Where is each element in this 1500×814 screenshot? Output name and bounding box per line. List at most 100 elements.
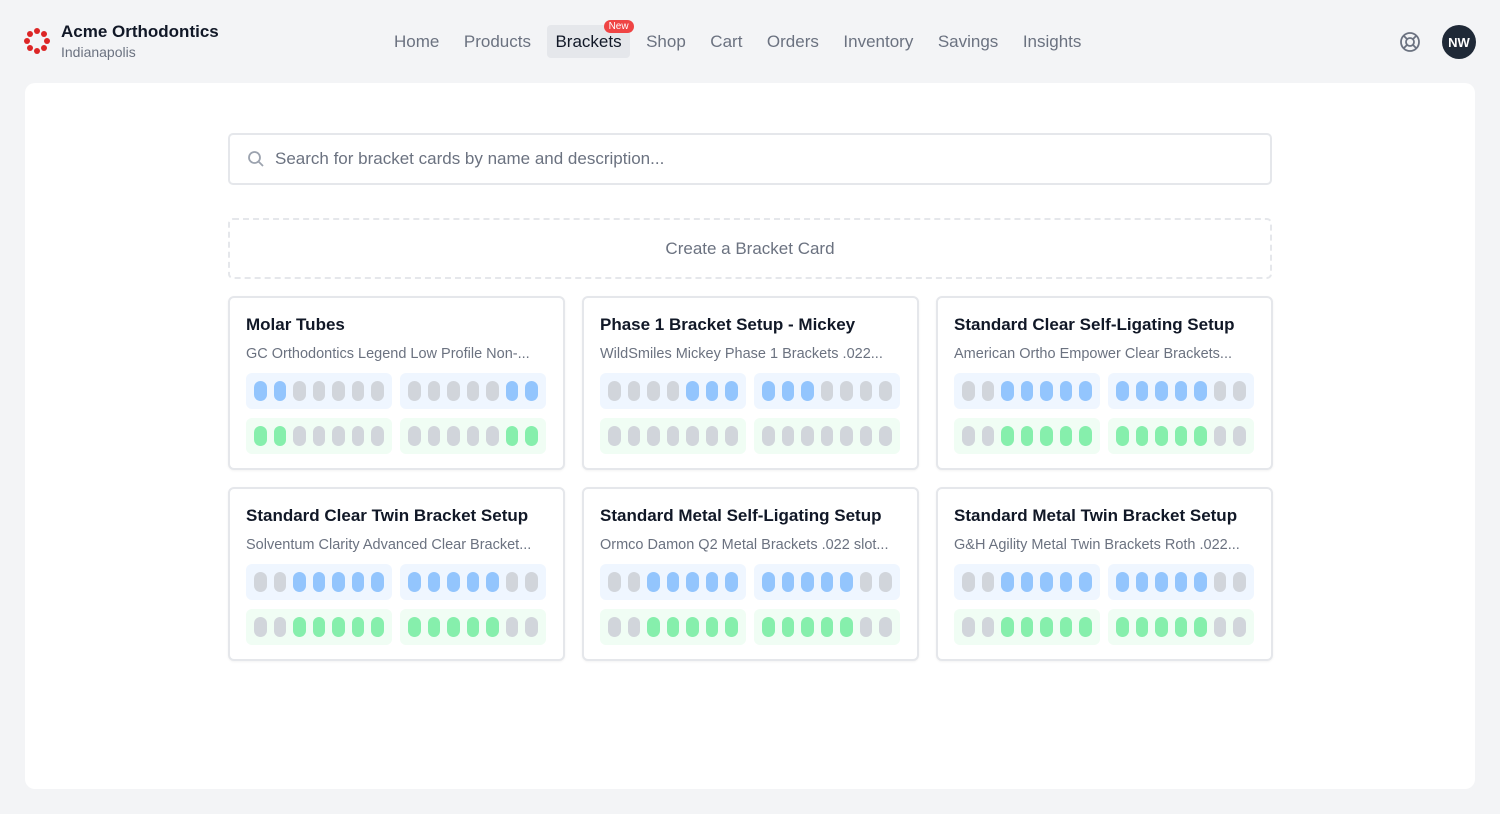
tooth-selected bbox=[1194, 572, 1207, 592]
nav-item-cart[interactable]: Cart bbox=[702, 25, 750, 58]
tooth-selected bbox=[725, 617, 738, 637]
nav-item-insights[interactable]: Insights bbox=[1015, 25, 1090, 58]
tooth-selected bbox=[427, 572, 441, 592]
tooth-selected bbox=[351, 617, 365, 637]
nav-item-savings[interactable]: Savings bbox=[930, 25, 1006, 58]
tooth-unselected bbox=[1233, 381, 1246, 401]
tooth-unselected bbox=[859, 572, 873, 592]
nav-item-shop[interactable]: Shop bbox=[638, 25, 694, 58]
tooth-unselected bbox=[351, 381, 365, 401]
bracket-card[interactable]: Standard Metal Twin Bracket Setup G&H Agi… bbox=[936, 487, 1273, 661]
tooth-unselected bbox=[666, 381, 680, 401]
tooth-selected bbox=[1020, 381, 1034, 401]
tooth-unselected bbox=[647, 426, 660, 446]
tooth-selected bbox=[1155, 572, 1168, 592]
brand-location: Indianapolis bbox=[61, 44, 136, 60]
tooth-unselected bbox=[725, 426, 738, 446]
tooth-unselected bbox=[762, 426, 775, 446]
upper-quadrant-left bbox=[400, 564, 546, 600]
tooth-unselected bbox=[981, 426, 995, 446]
lower-quadrant-right bbox=[954, 418, 1100, 454]
tooth-selected bbox=[820, 617, 834, 637]
tooth-unselected bbox=[705, 426, 719, 446]
tooth-selected bbox=[466, 617, 480, 637]
nav-item-orders[interactable]: Orders bbox=[759, 25, 827, 58]
lifebuoy-icon[interactable] bbox=[1398, 30, 1422, 54]
lower-quadrant-left bbox=[754, 418, 900, 454]
card-title: Standard Clear Twin Bracket Setup bbox=[246, 506, 529, 525]
tooth-selected bbox=[820, 572, 834, 592]
lower-arch-row bbox=[600, 418, 901, 454]
tooth-unselected bbox=[981, 617, 995, 637]
main-nav: Home Products Brackets New Shop Cart Orders Inv… bbox=[386, 20, 1098, 58]
upper-arch-row bbox=[954, 373, 1255, 409]
tooth-unselected bbox=[293, 426, 306, 446]
tooth-unselected bbox=[505, 572, 519, 592]
tooth-unselected bbox=[859, 381, 873, 401]
tooth-unselected bbox=[408, 426, 421, 446]
tooth-unselected bbox=[466, 426, 480, 446]
tooth-unselected bbox=[781, 426, 795, 446]
tooth-unselected bbox=[879, 381, 892, 401]
tooth-unselected bbox=[627, 572, 641, 592]
tooth-selected bbox=[332, 572, 345, 592]
tooth-unselected bbox=[351, 426, 365, 446]
tooth-chart bbox=[246, 373, 547, 454]
tooth-chart bbox=[954, 564, 1255, 645]
tooth-selected bbox=[505, 426, 519, 446]
tooth-selected bbox=[801, 381, 814, 401]
tooth-selected bbox=[1059, 381, 1073, 401]
tooth-unselected bbox=[859, 426, 873, 446]
upper-quadrant-left bbox=[754, 564, 900, 600]
create-bracket-card-button[interactable]: Create a Bracket Card bbox=[228, 218, 1272, 279]
brand-text: Acme Orthodontics Indianapolis bbox=[61, 21, 219, 61]
tooth-selected bbox=[273, 381, 287, 401]
tooth-unselected bbox=[525, 572, 538, 592]
tooth-selected bbox=[781, 617, 795, 637]
tooth-selected bbox=[1135, 426, 1149, 446]
tooth-selected bbox=[427, 617, 441, 637]
tooth-selected bbox=[686, 381, 699, 401]
tooth-unselected bbox=[981, 572, 995, 592]
tooth-selected bbox=[781, 572, 795, 592]
tooth-selected bbox=[408, 617, 421, 637]
lower-arch-row bbox=[246, 418, 547, 454]
tooth-selected bbox=[1001, 381, 1014, 401]
brand[interactable]: Acme Orthodontics Indianapolis bbox=[24, 21, 219, 61]
bracket-card[interactable]: Standard Metal Self-Ligating Setup Ormco … bbox=[582, 487, 919, 661]
tooth-unselected bbox=[840, 381, 853, 401]
card-description: GC Orthodontics Legend Low Profile Non-.… bbox=[246, 346, 530, 362]
nav-item-label: Insights bbox=[1022, 32, 1082, 51]
bracket-card[interactable]: Molar Tubes GC Orthodontics Legend Low Pr… bbox=[228, 296, 565, 470]
tooth-selected bbox=[254, 381, 267, 401]
tooth-unselected bbox=[505, 617, 519, 637]
nav-item-label: Cart bbox=[710, 32, 743, 51]
tooth-selected bbox=[1020, 572, 1034, 592]
tooth-selected bbox=[312, 572, 326, 592]
tooth-selected bbox=[1135, 381, 1149, 401]
search-bar[interactable] bbox=[228, 133, 1272, 185]
tooth-unselected bbox=[1213, 426, 1227, 446]
user-avatar[interactable]: NW bbox=[1442, 25, 1476, 59]
tooth-selected bbox=[1194, 381, 1207, 401]
tooth-selected bbox=[371, 572, 384, 592]
tooth-selected bbox=[1040, 617, 1053, 637]
bracket-card[interactable]: Standard Clear Self-Ligating Setup Americ… bbox=[936, 296, 1273, 470]
tooth-selected bbox=[1001, 426, 1014, 446]
tooth-unselected bbox=[879, 617, 892, 637]
tooth-unselected bbox=[273, 617, 287, 637]
tooth-selected bbox=[408, 572, 421, 592]
nav-item-inventory[interactable]: Inventory bbox=[835, 25, 921, 58]
tooth-selected bbox=[293, 572, 306, 592]
bracket-card[interactable]: Standard Clear Twin Bracket Setup Solvent… bbox=[228, 487, 565, 661]
search-input[interactable] bbox=[275, 149, 1235, 169]
bracket-card[interactable]: Phase 1 Bracket Setup - Mickey WildSmiles… bbox=[582, 296, 919, 470]
nav-item-products[interactable]: Products bbox=[456, 25, 539, 58]
tooth-unselected bbox=[1213, 617, 1227, 637]
tooth-unselected bbox=[627, 617, 641, 637]
nav-item-brackets[interactable]: Brackets New bbox=[547, 20, 634, 58]
lower-quadrant-right bbox=[600, 418, 746, 454]
lower-arch-row bbox=[954, 418, 1255, 454]
tooth-selected bbox=[293, 617, 306, 637]
nav-item-home[interactable]: Home bbox=[386, 25, 447, 58]
